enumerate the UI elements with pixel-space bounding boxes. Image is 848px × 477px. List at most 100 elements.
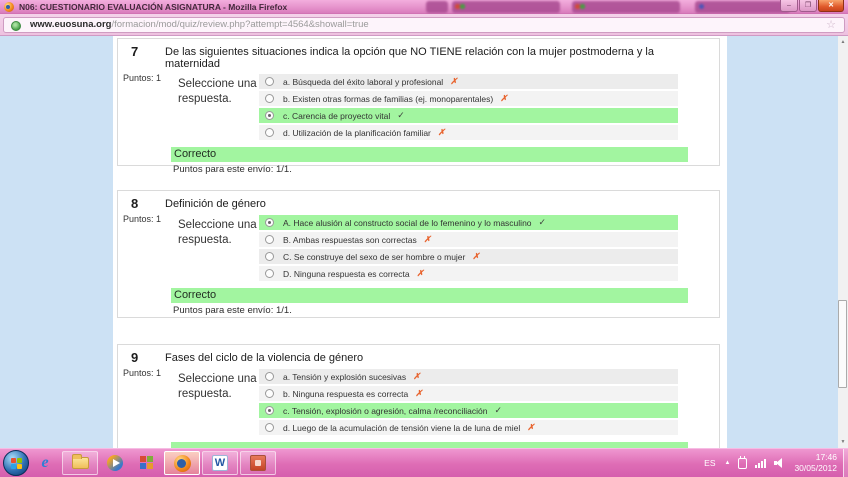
radio-button[interactable] [265,128,274,137]
close-button[interactable]: ✕ [818,0,844,12]
language-indicator[interactable]: ES [699,458,720,468]
wrong-mark-icon: ✗ [415,388,423,398]
options-list: a. Búsqueda del éxito laboral y profesio… [259,71,678,142]
select-answer-label: Seleccione una respuesta. [178,219,257,246]
wrong-mark-icon: ✗ [450,76,458,86]
options-list: A. Hace alusión al constructo social de … [259,212,678,283]
question-number: 9 [131,350,139,365]
scroll-up-icon[interactable]: ▲ [838,39,848,45]
colored-tiles-icon [140,456,154,470]
answer-option: b. Ninguna respuesta es correcta ✗ [259,386,678,401]
answer-option: b. Existen otras formas de familias (ej.… [259,91,678,106]
taskbar-media-player-button[interactable] [100,451,130,475]
tab-favicon-icon [580,4,585,9]
url-domain: www.euosuna.org [30,19,112,30]
media-player-icon [107,455,123,471]
window-titlebar: N06: CUESTIONARIO EVALUACIÓN ASIGNATURA … [0,0,848,14]
word-icon: W [212,455,228,471]
wrong-mark-icon: ✗ [416,268,424,278]
wrong-mark-icon: ✗ [472,251,480,261]
taskbar-desktop-app-button[interactable] [132,451,162,475]
bookmark-star-icon[interactable]: ☆ [826,18,836,32]
option-label: A. Hace alusión al constructo social de … [283,217,532,228]
wrong-mark-icon: ✗ [527,422,535,432]
option-label: b. Existen otras formas de familias (ej.… [283,93,494,104]
option-label: c. Tensión, explosión o agresión, calma … [283,405,488,416]
radio-button[interactable] [265,235,274,244]
blurred-tab[interactable] [695,1,790,13]
option-label: c. Carencia de proyecto vital [283,110,391,121]
maximize-button[interactable]: ❐ [799,0,817,12]
answer-option: B. Ambas respuestas son correctas ✗ [259,232,678,247]
folder-icon [71,454,89,469]
question-number: 8 [131,196,139,211]
tab-favicon-icon [699,4,704,9]
question-number: 7 [131,44,139,59]
wrong-mark-icon: ✗ [500,93,508,103]
radio-button[interactable] [265,269,274,278]
address-bar[interactable]: www.euosuna.org/formacion/mod/quiz/revie… [3,17,845,33]
radio-button-selected[interactable] [265,406,274,415]
network-signal-icon[interactable] [755,458,767,468]
hidden-icons-arrow-icon[interactable]: ▲ [721,460,735,466]
firefox-window-icon [4,2,14,12]
answer-option: d. Luego de la acumulación de tensión vi… [259,420,678,435]
taskbar-clock[interactable]: 17:46 30/05/2012 [790,452,843,473]
option-label: d. Luego de la acumulación de tensión vi… [283,422,521,433]
question-points: Puntos: 1 [123,214,162,224]
blurred-tab[interactable] [452,1,560,13]
option-label: d. Utilización de la planificación famil… [283,127,431,138]
radio-button-selected[interactable] [265,218,274,227]
page-right-panel [727,36,838,448]
taskbar-powerpoint-button[interactable] [240,451,276,475]
scroll-down-icon[interactable]: ▼ [838,439,848,445]
window-title: N06: CUESTIONARIO EVALUACIÓN ASIGNATURA … [19,2,288,12]
taskbar-firefox-button[interactable] [164,451,200,475]
radio-button[interactable] [265,94,274,103]
question-points: Puntos: 1 [123,368,162,378]
answer-option: C. Se construye del sexo de ser hombre o… [259,249,678,264]
radio-button[interactable] [265,389,274,398]
show-desktop-button[interactable] [843,449,848,477]
minimize-button[interactable]: – [780,0,798,12]
radio-button[interactable] [265,372,274,381]
taskbar-explorer-button[interactable] [62,451,98,475]
correct-mark-icon: ✓ [397,110,405,120]
start-button[interactable] [3,450,29,476]
option-label: D. Ninguna respuesta es correcta [283,268,410,279]
tab-favicon-icon [460,4,465,9]
score-line: Puntos para este envío: 1/1. [173,305,292,316]
feedback-bar: Correcto [171,147,688,162]
clock-date: 30/05/2012 [794,463,837,473]
answer-option: a. Búsqueda del éxito laboral y profesio… [259,74,678,89]
vertical-scrollbar[interactable]: ▲ ▼ [838,36,848,448]
internet-explorer-icon: e [41,454,49,471]
radio-button[interactable] [265,423,274,432]
question-prompt: De las siguientes situaciones indica la … [165,46,654,70]
question-prompt: Definición de género [165,198,266,210]
option-label: C. Se construye del sexo de ser hombre o… [283,251,466,262]
blurred-tab[interactable] [572,1,680,13]
page-content: 7 De las siguientes situaciones indica l… [0,36,848,448]
wrong-mark-icon: ✗ [413,371,421,381]
question-points: Puntos: 1 [123,73,162,83]
radio-button[interactable] [265,77,274,86]
taskbar-internet-explorer-button[interactable]: e [30,451,60,475]
correct-mark-icon: ✓ [494,405,502,415]
windows-flag-icon [11,458,22,469]
radio-button-selected[interactable] [265,111,274,120]
scrollbar-thumb[interactable] [838,300,847,388]
power-icon[interactable] [738,455,748,469]
select-answer-label: Seleccione una respuesta. [178,373,257,400]
feedback-bar: Correcto [171,288,688,303]
clock-time: 17:46 [815,452,837,463]
site-favicon-icon [11,20,21,31]
blurred-tab[interactable] [426,1,448,13]
options-list: a. Tensión y explosión sucesivas ✗ b. Ni… [259,366,678,437]
question-box-7: 7 De las siguientes situaciones indica l… [117,38,720,175]
radio-button[interactable] [265,252,274,261]
taskbar-word-button[interactable]: W [202,451,238,475]
volume-icon[interactable] [774,458,786,468]
taskbar: e W ES ▲ 17:46 30/05/2012 [0,448,848,477]
browser-toolbar: www.euosuna.org/formacion/mod/quiz/revie… [0,14,848,36]
